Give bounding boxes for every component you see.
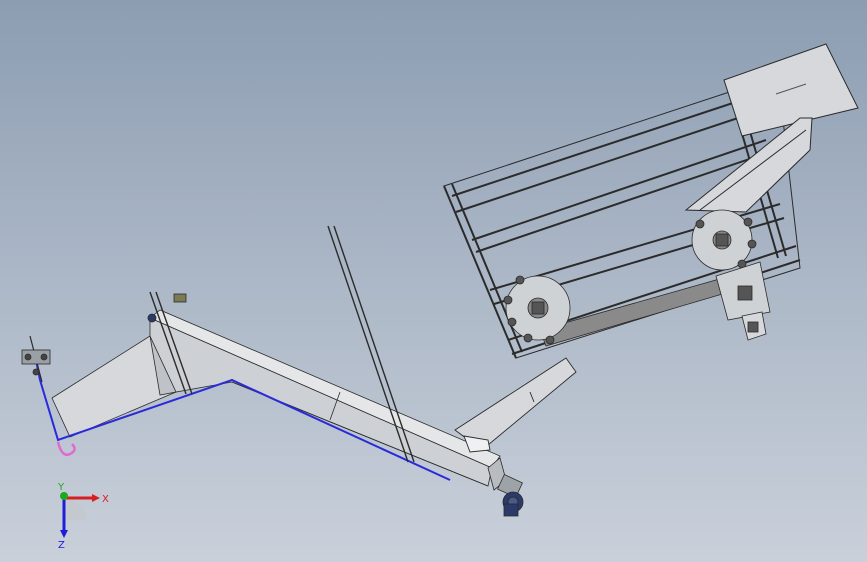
z-axis-label: Z — [58, 540, 65, 550]
tensioner-bracket — [715, 261, 771, 341]
conveyor-assembly-model[interactable] — [0, 0, 867, 562]
trough-side — [149, 317, 493, 487]
upper-sprocket — [691, 209, 757, 271]
discharge-box — [723, 43, 859, 137]
y-axis-dot — [60, 492, 68, 500]
chain-drive — [503, 209, 771, 347]
cad-viewport[interactable]: X Y Z — [0, 0, 867, 562]
y-axis-label: Y — [57, 482, 65, 493]
x-axis-label: X — [102, 494, 109, 505]
trough-top — [149, 309, 501, 469]
drive-motor — [497, 473, 524, 517]
transfer-chute — [454, 357, 577, 453]
coordinate-triad: X Y Z — [57, 482, 109, 550]
drain-pipe — [56, 441, 76, 456]
